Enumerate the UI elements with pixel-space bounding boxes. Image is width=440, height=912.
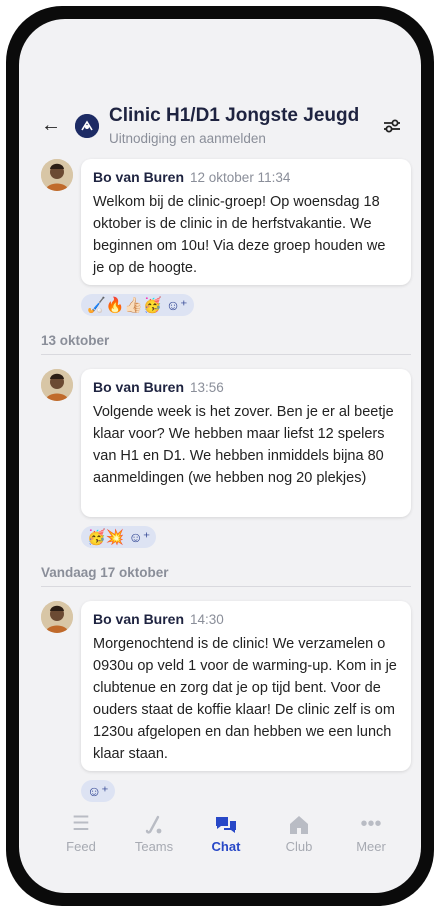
menu-icon: ☰ (72, 813, 90, 835)
reaction-emojis[interactable]: 🏑🔥👍🏻🥳 (87, 297, 162, 314)
avatar[interactable] (41, 369, 73, 401)
tab-label: Club (285, 839, 313, 854)
avatar[interactable] (41, 159, 73, 191)
message-author: Bo van Buren (93, 169, 185, 185)
settings-sliders-icon[interactable] (381, 115, 403, 137)
tab-feed[interactable]: ☰ Feed (46, 811, 116, 854)
group-subtitle: Uitnodiging en aanmelden (109, 131, 266, 146)
message-text: Volgende week is het zover. Ben je er al… (93, 404, 394, 486)
message-bubble[interactable]: Bo van Buren 14:30 Morgenochtend is de cl… (81, 601, 411, 771)
tab-label: Meer (356, 839, 386, 854)
chat-header: ← Clinic H1/D1 Jongste Jeugd Uitnodiging… (19, 103, 421, 159)
back-arrow-icon[interactable]: ← (41, 113, 65, 137)
date-separator: 13 oktober (41, 333, 411, 355)
reactions-bar[interactable]: 🥳💥 ☺⁺ (81, 526, 157, 548)
chat-bubbles-icon (191, 811, 261, 837)
tab-teams[interactable]: Teams (119, 811, 189, 854)
reactions-bar[interactable]: 🏑🔥👍🏻🥳 ☺⁺ (81, 294, 194, 316)
message-time: 14:30 (190, 612, 224, 627)
message-time: 12 oktober 11:34 (190, 170, 291, 185)
message-author: Bo van Buren (93, 611, 185, 627)
add-reaction-icon[interactable]: ☺⁺ (87, 783, 109, 799)
message-bubble[interactable]: Bo van Buren 12 oktober 11:34 Welkom bij … (81, 159, 411, 285)
phone-frame: ← Clinic H1/D1 Jongste Jeugd Uitnodiging… (6, 6, 434, 906)
message-bubble[interactable]: Bo van Buren 13:56 Volgende week is het z… (81, 369, 411, 517)
tab-chat[interactable]: Chat (191, 811, 261, 854)
message-text: Morgenochtend is de clinic! We verzamele… (93, 636, 397, 762)
reactions-bar[interactable]: ☺⁺ (81, 780, 115, 802)
message-text: Welkom bij de clinic-groep! Op woensdag … (93, 194, 386, 276)
message-time: 13:56 (190, 380, 224, 395)
reaction-emojis[interactable]: 🥳💥 (87, 529, 124, 546)
home-icon (264, 811, 334, 837)
message-author: Bo van Buren (93, 379, 185, 395)
bottom-tab-bar: ☰ Feed Teams Chat Club ••• Meer (19, 811, 421, 871)
hockey-stick-icon (119, 811, 189, 837)
tab-label: Teams (134, 839, 174, 854)
avatar[interactable] (41, 601, 73, 633)
more-dots-icon: ••• (360, 813, 382, 835)
add-reaction-icon[interactable]: ☺⁺ (129, 529, 151, 545)
tab-label: Chat (211, 839, 241, 854)
tab-label: Feed (66, 839, 96, 854)
tab-meer[interactable]: ••• Meer (336, 811, 406, 854)
tab-club[interactable]: Club (264, 811, 334, 854)
app-screen: ← Clinic H1/D1 Jongste Jeugd Uitnodiging… (19, 19, 421, 893)
date-separator: Vandaag 17 oktober (41, 565, 411, 587)
add-reaction-icon[interactable]: ☺⁺ (166, 297, 188, 313)
group-title[interactable]: Clinic H1/D1 Jongste Jeugd (109, 105, 359, 127)
club-logo-icon (75, 114, 99, 138)
